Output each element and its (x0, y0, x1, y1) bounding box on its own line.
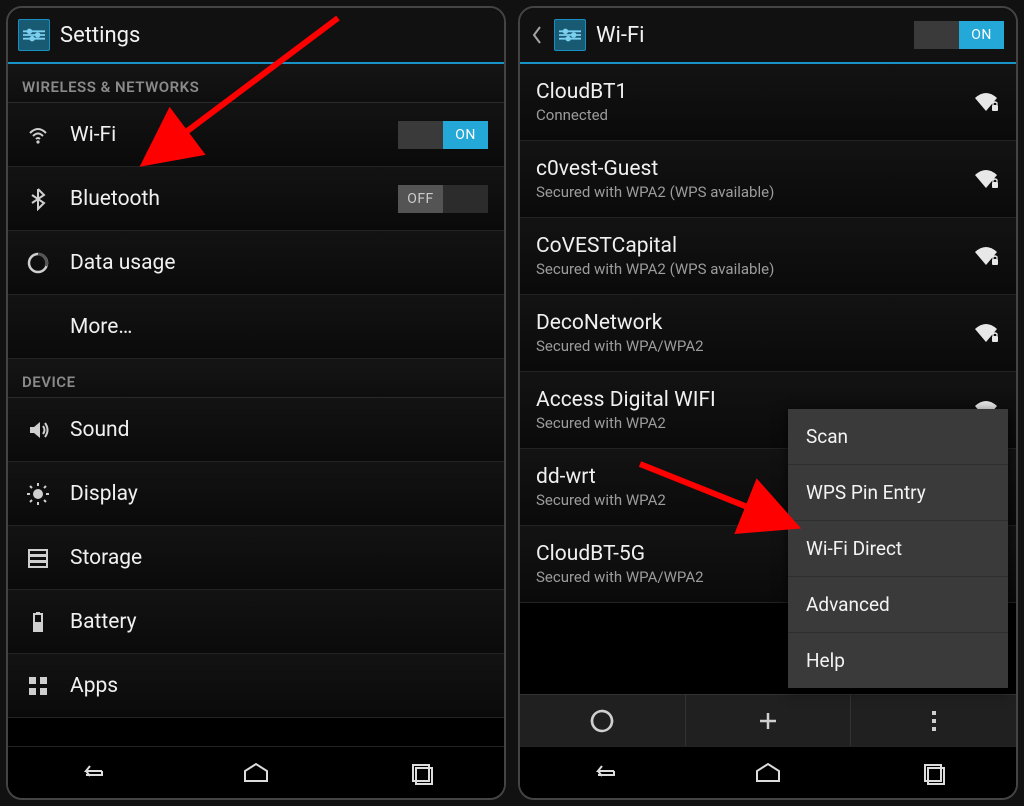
nav-back[interactable] (8, 747, 173, 798)
sound-icon (24, 418, 52, 442)
wifi-signal-icon (972, 245, 1000, 267)
settings-row-label: Data usage (70, 251, 488, 275)
wifi-action-bar (520, 694, 1016, 746)
wifi-ssid: CoVESTCapital (536, 234, 954, 258)
wifi-icon (24, 123, 52, 147)
settings-row-battery[interactable]: Battery (8, 590, 504, 654)
settings-row-bluetooth[interactable]: Bluetooth OFF (8, 167, 504, 231)
wifi-signal-icon (972, 168, 1000, 190)
apps-icon (24, 674, 52, 698)
wifi-network-row[interactable]: CoVESTCapital Secured with WPA2 (WPS avai… (520, 218, 1016, 295)
settings-row-label: Sound (70, 418, 488, 442)
wifi-status: Secured with WPA2 (WPS available) (536, 260, 954, 278)
phone-settings: Settings WIRELESS & NETWORKS Wi-Fi ON Bluet… (6, 6, 506, 800)
wifi-title: Wi-Fi (596, 23, 904, 48)
wifi-network-row[interactable]: c0vest-Guest Secured with WPA2 (WPS avail… (520, 141, 1016, 218)
settings-row-label: More… (70, 315, 488, 339)
settings-row-storage[interactable]: Storage (8, 526, 504, 590)
display-icon (24, 482, 52, 506)
phone-wifi: Wi-Fi ON CloudBT1 Connected c0vest-Guest Se… (518, 6, 1018, 800)
add-network-icon[interactable] (686, 695, 852, 746)
wifi-ssid: CloudBT1 (536, 80, 954, 104)
wifi-network-row[interactable]: DecoNetwork Secured with WPA/WPA2 (520, 295, 1016, 372)
nav-back[interactable] (520, 747, 685, 798)
bluetooth-icon (24, 187, 52, 211)
nav-home[interactable] (173, 747, 338, 798)
back-caret-icon[interactable] (530, 26, 544, 44)
settings-row-label: Wi-Fi (70, 123, 380, 147)
settings-body: WIRELESS & NETWORKS Wi-Fi ON Bluetooth OFF Da… (8, 64, 504, 746)
wifi-header: Wi-Fi ON (520, 8, 1016, 64)
nav-home[interactable] (685, 747, 850, 798)
datausage-icon (24, 251, 52, 275)
bluetooth-toggle[interactable]: OFF (398, 185, 488, 213)
settings-row-sound[interactable]: Sound (8, 398, 504, 462)
wifi-signal-icon (972, 322, 1000, 344)
battery-icon (24, 610, 52, 634)
wifi-signal-icon (972, 91, 1000, 113)
settings-row-label: Bluetooth (70, 187, 380, 211)
wifi-ssid: DecoNetwork (536, 311, 954, 335)
settings-icon (18, 19, 50, 51)
settings-title: Settings (60, 23, 492, 48)
wifi-body: CloudBT1 Connected c0vest-Guest Secured wit… (520, 64, 1016, 746)
settings-row-label: Apps (70, 674, 488, 698)
settings-row-datausage[interactable]: Data usage (8, 231, 504, 295)
settings-row-label: Battery (70, 610, 488, 634)
wifi-status: Connected (536, 106, 954, 124)
wifi-status: Secured with WPA/WPA2 (536, 337, 954, 355)
section-label: WIRELESS & NETWORKS (8, 64, 504, 103)
settings-row-more[interactable]: More… (8, 295, 504, 359)
nav-recent[interactable] (339, 747, 504, 798)
settings-row-apps[interactable]: Apps (8, 654, 504, 718)
settings-row-label: Display (70, 482, 488, 506)
wifi-toggle[interactable]: ON (398, 121, 488, 149)
nav-bar (8, 746, 504, 798)
menu-item-help[interactable]: Help (788, 633, 1008, 688)
settings-row-display[interactable]: Display (8, 462, 504, 526)
wifi-ssid: c0vest-Guest (536, 157, 954, 181)
settings-row-label: Storage (70, 546, 488, 570)
wifi-status: Secured with WPA2 (WPS available) (536, 183, 954, 201)
menu-item-wi-fi-direct[interactable]: Wi-Fi Direct (788, 521, 1008, 577)
wps-button-icon[interactable] (520, 695, 686, 746)
overflow-menu-icon[interactable] (851, 695, 1016, 746)
settings-header: Settings (8, 8, 504, 64)
menu-item-advanced[interactable]: Advanced (788, 577, 1008, 633)
menu-item-scan[interactable]: Scan (788, 409, 1008, 465)
wifi-master-toggle[interactable]: ON (914, 21, 1004, 49)
nav-bar (520, 746, 1016, 798)
settings-row-wifi[interactable]: Wi-Fi ON (8, 103, 504, 167)
storage-icon (24, 546, 52, 570)
overflow-popup: ScanWPS Pin EntryWi-Fi DirectAdvancedHel… (788, 409, 1008, 688)
settings-icon[interactable] (554, 19, 586, 51)
menu-item-wps-pin-entry[interactable]: WPS Pin Entry (788, 465, 1008, 521)
wifi-network-row[interactable]: CloudBT1 Connected (520, 64, 1016, 141)
section-label: DEVICE (8, 359, 504, 398)
nav-recent[interactable] (851, 747, 1016, 798)
